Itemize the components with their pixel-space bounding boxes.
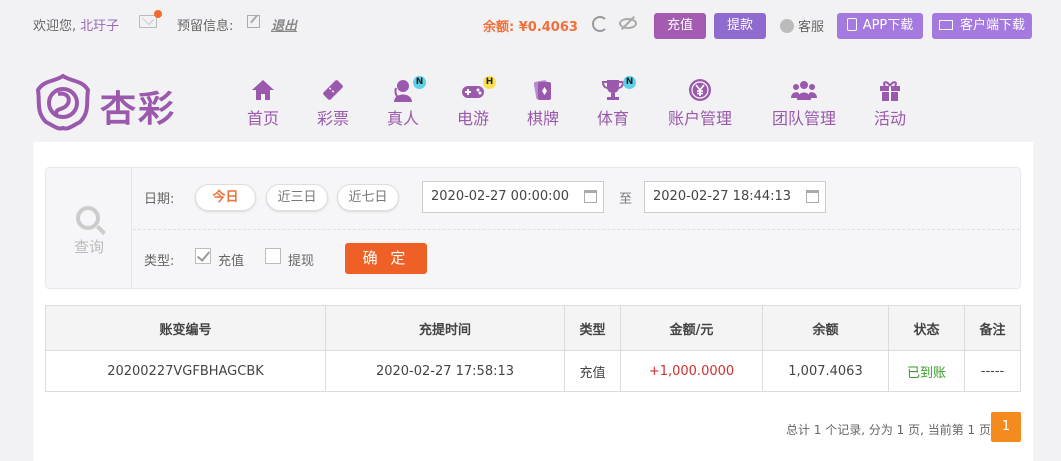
- nav-live-dealer[interactable]: N 真人: [386, 76, 426, 128]
- pagination-summary: 总计 1 个记录, 分为 1 页, 当前第 1 页: [785, 423, 991, 437]
- withdraw-checkbox[interactable]: [265, 248, 281, 264]
- nav-promotions[interactable]: 活动: [873, 78, 907, 128]
- nav-label: 首页: [246, 109, 279, 128]
- customer-service-label: 客服: [798, 20, 825, 35]
- col-remark: 备注: [964, 305, 1021, 351]
- cell-amount: +1,000.0000: [620, 350, 763, 392]
- edit-icon[interactable]: [247, 15, 260, 28]
- hide-balance-icon[interactable]: [619, 18, 637, 29]
- cell-status: 已到账: [888, 350, 965, 392]
- monitor-icon: [938, 20, 953, 30]
- home-icon: [250, 78, 276, 102]
- nav-account-management[interactable]: 账户管理: [666, 78, 734, 128]
- nav-badge: H: [483, 76, 496, 89]
- nav-label: 账户管理: [667, 109, 732, 128]
- logo-emblem-icon: [35, 73, 91, 131]
- customer-service-link[interactable]: 客服: [780, 16, 824, 35]
- cell-remark: -----: [964, 350, 1021, 392]
- end-date-input[interactable]: 2020-02-27 18:44:13: [644, 181, 826, 213]
- client-download-label: 客户端下载: [959, 18, 1025, 33]
- nav-label: 棋牌: [526, 109, 559, 128]
- calendar-icon[interactable]: [584, 190, 597, 203]
- client-download-button[interactable]: 客户端下载: [932, 13, 1032, 39]
- start-date-input[interactable]: 2020-02-27 00:00:00: [422, 181, 604, 213]
- mail-icon[interactable]: [139, 10, 162, 28]
- transaction-table: 账变编号 充提时间 类型 金额/元 余额 状态 备注 20200227VGFBH…: [45, 305, 1021, 392]
- nav-electronic-games[interactable]: H 电游: [456, 76, 496, 128]
- end-date-value: 2020-02-27 18:44:13: [653, 189, 792, 204]
- unread-dot: [154, 10, 162, 18]
- page-button-current[interactable]: 1: [991, 412, 1021, 442]
- nav-label: 团队管理: [771, 109, 836, 128]
- recharge-checkbox[interactable]: [195, 248, 211, 264]
- logo-text: 杏彩: [100, 88, 177, 130]
- balance-display: 余额: ¥0.4063: [483, 20, 578, 35]
- col-amount: 金额/元: [620, 305, 763, 351]
- query-sidebar[interactable]: 查询: [46, 168, 132, 288]
- headset-icon: [780, 19, 794, 33]
- app-download-label: APP下载: [862, 18, 914, 33]
- nav-home[interactable]: 首页: [246, 78, 280, 128]
- col-type: 类型: [564, 305, 621, 351]
- nav-label: 彩票: [316, 109, 349, 128]
- withdraw-button[interactable]: 提款: [714, 13, 766, 39]
- trophy-icon: N: [600, 76, 636, 102]
- col-time: 充提时间: [325, 305, 565, 351]
- range-3days-button[interactable]: 近三日: [266, 184, 328, 211]
- withdraw-checkbox-label[interactable]: 提现: [288, 250, 314, 269]
- app-download-button[interactable]: APP下载: [837, 13, 923, 39]
- username[interactable]: 北玗子: [80, 19, 119, 34]
- to-label: 至: [619, 192, 633, 207]
- gift-icon: [877, 78, 903, 102]
- welcome-text: 欢迎您, 北玗子: [33, 15, 119, 34]
- type-label: 类型:: [144, 254, 175, 269]
- table-row: 20200227VGFBHAGCBK 2020-02-27 17:58:13 充…: [45, 350, 1021, 392]
- logout-link[interactable]: 退出: [271, 15, 297, 34]
- cell-transaction-id: 20200227VGFBHAGCBK: [45, 350, 326, 392]
- notice-label: 预留信息:: [177, 19, 234, 34]
- site-logo[interactable]: 杏彩: [34, 70, 184, 134]
- dealer-icon: N: [390, 76, 426, 102]
- cell-type: 充值: [564, 350, 621, 392]
- cell-time: 2020-02-27 17:58:13: [325, 350, 565, 392]
- nav-sports[interactable]: N 体育: [596, 76, 636, 128]
- nav-label: 电游: [456, 109, 489, 128]
- search-icon: [76, 206, 100, 230]
- filter-panel: 查询 日期: 今日 近三日 近七日 2020-02-27 00:00:00 至 …: [45, 167, 1021, 289]
- nav-badge: N: [413, 76, 426, 89]
- gamepad-icon: H: [460, 76, 496, 102]
- query-label: 查询: [73, 238, 104, 256]
- calendar-icon[interactable]: [806, 190, 819, 203]
- recharge-button[interactable]: 充值: [654, 13, 706, 39]
- main-panel: 查询 日期: 今日 近三日 近七日 2020-02-27 00:00:00 至 …: [33, 142, 1033, 461]
- cell-balance: 1,007.4063: [762, 350, 889, 392]
- recharge-checkbox-label[interactable]: 充值: [218, 250, 244, 269]
- refresh-icon[interactable]: [592, 16, 608, 32]
- top-bar: 欢迎您, 北玗子 预留信息: 退出 余额: ¥0.4063 充值 提款 客服 AP…: [0, 0, 1061, 50]
- table-header-row: 账变编号 充提时间 类型 金额/元 余额 状态 备注: [45, 305, 1021, 351]
- nav-badge: N: [623, 76, 636, 89]
- col-status: 状态: [888, 305, 965, 351]
- team-icon: [791, 78, 817, 102]
- yen-coin-icon: [687, 78, 713, 102]
- range-7days-button[interactable]: 近七日: [337, 184, 399, 211]
- nav-chess-cards[interactable]: 棋牌: [526, 78, 560, 128]
- ticket-icon: [320, 78, 346, 102]
- cards-icon: [530, 78, 556, 102]
- nav-lottery[interactable]: 彩票: [316, 78, 350, 128]
- nav-label: 真人: [386, 109, 419, 128]
- nav-label: 体育: [596, 109, 629, 128]
- range-today-button[interactable]: 今日: [195, 184, 256, 211]
- phone-icon: [846, 18, 857, 31]
- col-balance: 余额: [762, 305, 889, 351]
- nav-label: 活动: [873, 109, 906, 128]
- welcome-label: 欢迎您,: [33, 19, 77, 34]
- date-label: 日期:: [144, 192, 175, 207]
- nav-team-management[interactable]: 团队管理: [770, 78, 838, 128]
- start-date-value: 2020-02-27 00:00:00: [431, 189, 570, 204]
- col-transaction-id: 账变编号: [45, 305, 326, 351]
- confirm-button[interactable]: 确 定: [345, 243, 427, 274]
- divider: [133, 229, 1020, 230]
